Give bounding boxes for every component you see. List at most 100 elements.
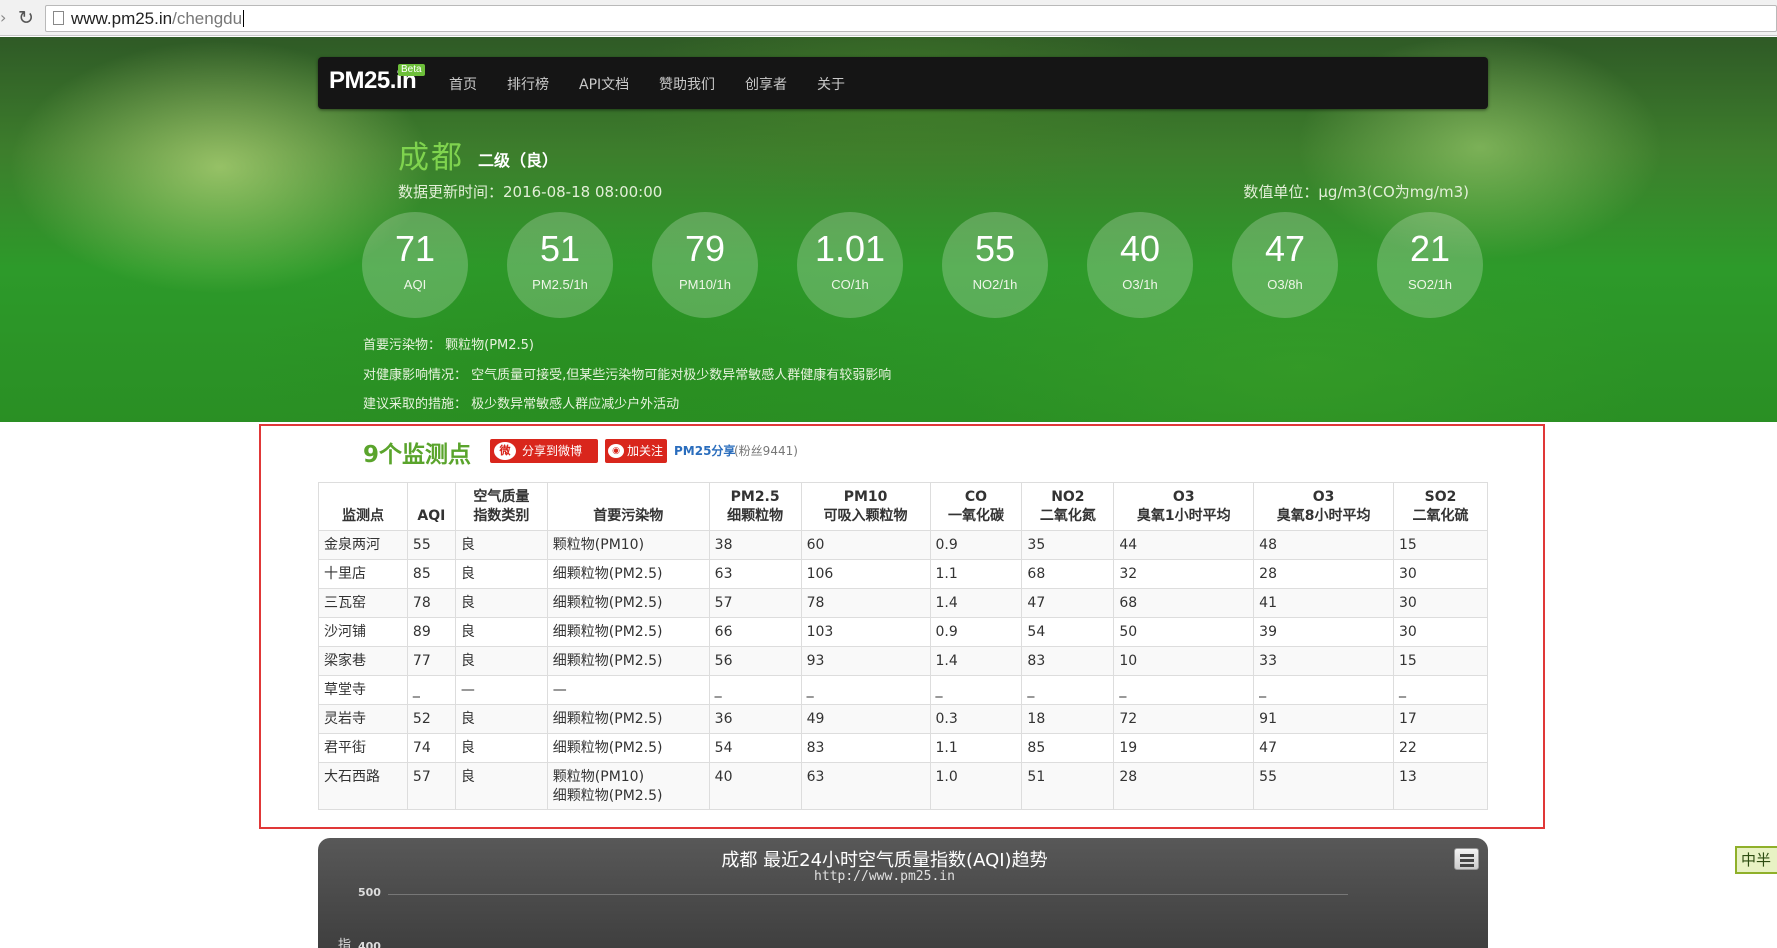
cell-text: 19 bbox=[1119, 740, 1138, 756]
gridline bbox=[388, 894, 1348, 895]
table-cell: 40 bbox=[708, 762, 802, 810]
table-cell: 28 bbox=[1113, 762, 1254, 810]
metric-o3-8h: 47 O3/8h bbox=[1232, 212, 1338, 318]
follow-button[interactable]: ◉ 加关注 bbox=[605, 439, 667, 463]
table-cell: 33 bbox=[1253, 646, 1394, 676]
primary-pollutant: 首要污染物： 颗粒物(PM2.5) bbox=[363, 338, 535, 353]
table-cell: 15 bbox=[1393, 530, 1488, 560]
cell-text: 18 bbox=[1027, 711, 1046, 727]
table-row: 沙河铺 89 良 细颗粒物(PM2.5) 66 103 0.9 54 50 39 30 bbox=[318, 617, 1488, 647]
cell-text: 83 bbox=[806, 740, 825, 756]
table-cell: 55 bbox=[406, 530, 456, 560]
cell-text: 1.4 bbox=[935, 595, 958, 611]
cell-text: 15 bbox=[1399, 537, 1417, 553]
metric-label: AQI bbox=[403, 277, 427, 292]
cell-text: 梁家巷 bbox=[324, 653, 366, 669]
cell-text: 72 bbox=[1119, 711, 1138, 727]
nav-home[interactable]: 首页 bbox=[449, 74, 477, 94]
table-cell: 1.1 bbox=[929, 559, 1022, 589]
table-cell: _ bbox=[1253, 675, 1394, 705]
cell-text: 47 bbox=[1259, 740, 1277, 756]
col-header: 监测点 bbox=[318, 482, 408, 531]
cell-text: 39 bbox=[1259, 624, 1277, 640]
table-cell: 63 bbox=[800, 762, 930, 810]
y-tick-label: 400 bbox=[358, 940, 381, 948]
text-caret bbox=[243, 10, 245, 27]
address-bar[interactable]: www.pm25.in/chengdu bbox=[45, 5, 1777, 32]
table-cell: 32 bbox=[1113, 559, 1254, 589]
cell-text: 良 bbox=[460, 566, 475, 582]
metric-co: 1.01 CO/1h bbox=[797, 212, 903, 318]
table-cell: 57 bbox=[708, 588, 802, 618]
weibo-account-link[interactable]: PM25分享 bbox=[674, 442, 735, 459]
cell-text: 44 bbox=[1119, 537, 1138, 553]
nav-about[interactable]: 关于 bbox=[817, 74, 845, 94]
table-cell: 89 bbox=[406, 617, 456, 647]
metric-value: 1.01 bbox=[814, 228, 886, 269]
y-axis-label: 指 bbox=[338, 938, 352, 948]
table-cell: 0.9 bbox=[929, 530, 1022, 560]
table-cell: 良 bbox=[454, 559, 548, 589]
cell-text: 28 bbox=[1119, 769, 1138, 785]
cell-text: 良 bbox=[460, 740, 475, 756]
side-widget[interactable]: 中半 bbox=[1735, 846, 1777, 874]
station-name-cell: 沙河铺 bbox=[318, 617, 408, 647]
url-path: /chengdu bbox=[172, 9, 243, 28]
metric-label: PM2.5/1h bbox=[532, 277, 588, 292]
cell-text: 三瓦窑 bbox=[324, 595, 366, 611]
cell-text: _ bbox=[935, 682, 943, 698]
cell-text: 草堂寺 bbox=[324, 682, 366, 698]
table-cell: 44 bbox=[1113, 530, 1254, 560]
table-cell: 54 bbox=[708, 733, 802, 763]
cell-text: 57 bbox=[714, 595, 733, 611]
table-cell: 55 bbox=[1253, 762, 1394, 810]
cell-text: 1.1 bbox=[935, 740, 958, 756]
table-cell: 细颗粒物(PM2.5) bbox=[546, 704, 710, 734]
table-cell: 22 bbox=[1393, 733, 1488, 763]
cell-text: 金泉两河 bbox=[324, 537, 380, 553]
table-cell: 1.4 bbox=[929, 646, 1022, 676]
metric-so2: 21 SO2/1h bbox=[1377, 212, 1483, 318]
nav-creators[interactable]: 创享者 bbox=[745, 74, 787, 94]
col-header: AQI bbox=[406, 482, 456, 531]
reload-icon[interactable]: ↻ bbox=[16, 7, 36, 29]
metric-label: CO/1h bbox=[831, 277, 869, 292]
advice: 建议采取的措施： 极少数异常敏感人群应减少户外活动 bbox=[363, 397, 680, 412]
station-name-cell: 三瓦窑 bbox=[318, 588, 408, 618]
cell-text: 十里店 bbox=[324, 566, 366, 582]
fans-count: (粉丝9441) bbox=[734, 444, 798, 458]
cell-text: 0.3 bbox=[935, 711, 958, 727]
nav-ranking[interactable]: 排行榜 bbox=[507, 74, 549, 94]
table-cell: 1.4 bbox=[929, 588, 1022, 618]
table-cell: 良 bbox=[454, 733, 548, 763]
chart-menu-icon[interactable] bbox=[1454, 848, 1479, 870]
unit-note: 数值单位：μg/m3(CO为mg/m3) bbox=[1243, 183, 1469, 201]
top-navbar: PM25.in Beta 首页 排行榜 API文档 赞助我们 创享者 关于 bbox=[318, 57, 1488, 109]
cell-text: 54 bbox=[1027, 624, 1046, 640]
table-cell: 良 bbox=[454, 646, 548, 676]
cell-text: — bbox=[552, 682, 567, 698]
update-time: 数据更新时间：2016-08-18 08:00:00 bbox=[398, 183, 663, 201]
nav-api-docs[interactable]: API文档 bbox=[579, 74, 629, 94]
back-arrow-icon[interactable]: › bbox=[0, 9, 10, 27]
health-effect: 对健康影响情况： 空气质量可接受,但某些污染物可能对极少数异常敏感人群健康有较弱… bbox=[363, 368, 892, 383]
cell-text: 91 bbox=[1259, 711, 1277, 727]
table-cell: 77 bbox=[406, 646, 456, 676]
col-header: 首要污染物 bbox=[546, 482, 710, 531]
cell-text: 沙河铺 bbox=[324, 624, 366, 640]
cell-text: 良 bbox=[460, 769, 475, 785]
cell-text: _ bbox=[412, 682, 420, 698]
table-cell: 93 bbox=[800, 646, 930, 676]
table-row: 大石西路 57 良 颗粒物(PM10) 细颗粒物(PM2.5) 40 63 1.0 51 28 55… bbox=[318, 762, 1488, 810]
url-text[interactable]: www.pm25.in/chengdu bbox=[71, 9, 245, 29]
y-tick-label: 500 bbox=[358, 886, 381, 899]
nav-sponsor[interactable]: 赞助我们 bbox=[659, 74, 715, 94]
table-cell: 39 bbox=[1253, 617, 1394, 647]
cell-text: 50 bbox=[1119, 624, 1138, 640]
share-weibo-button[interactable]: 微分享到微博 bbox=[490, 439, 598, 463]
table-cell: 78 bbox=[800, 588, 930, 618]
table-cell: 50 bbox=[1113, 617, 1254, 647]
cell-text: 35 bbox=[1027, 537, 1046, 553]
cell-text: 细颗粒物(PM2.5) bbox=[552, 624, 663, 640]
col-header: O3 臭氧8小时平均 bbox=[1253, 482, 1394, 531]
